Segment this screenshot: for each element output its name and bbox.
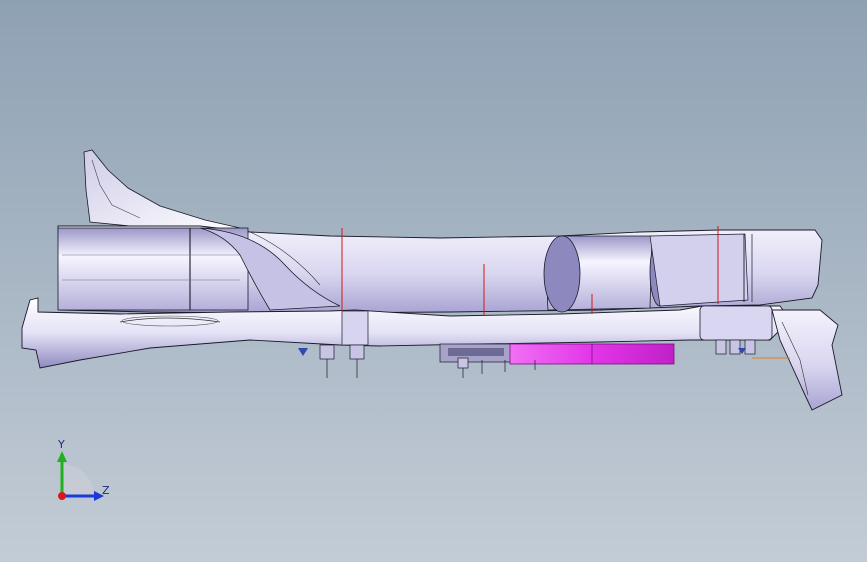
rear-bracket [771, 309, 843, 411]
y-axis-label: Y [57, 438, 65, 451]
view-orientation-quadrant [62, 464, 94, 496]
cad-viewport[interactable]: Y Z [0, 0, 867, 562]
coordinate-triad: Y Z [57, 438, 110, 501]
vehicle-chassis-model[interactable] [0, 0, 867, 562]
upper-fin [83, 149, 241, 233]
z-axis-label: Z [102, 484, 110, 497]
front-cylinder [57, 227, 249, 311]
y-axis-arrowhead [57, 451, 67, 462]
x-axis-dot [58, 492, 66, 500]
